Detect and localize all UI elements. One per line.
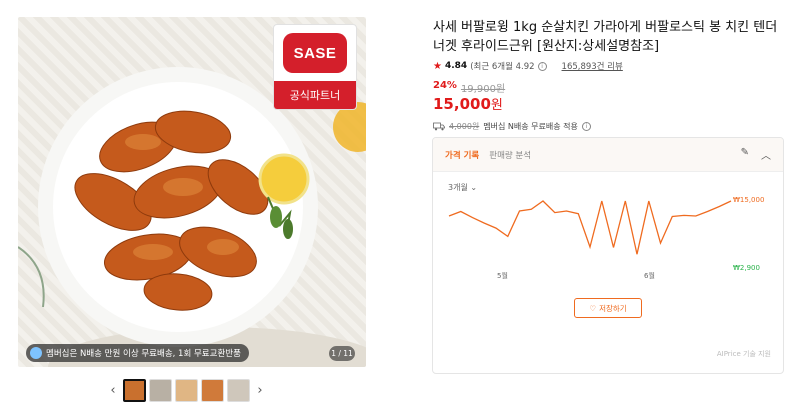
heart-icon: ♡ [589,303,597,313]
thumbnail[interactable] [227,379,250,402]
membership-icon [30,347,42,359]
discount-rate: 24% [433,80,457,91]
shipping-text: 멤버십 N배송 무료배송 적용 [483,122,578,131]
chevron-up-icon[interactable]: ︿ [761,147,771,162]
thumbnail-strip: ‹ › [106,379,267,402]
price-history-card: 가격 기록 판매량 분석 ✎ ︿ 3개월 ⌄ ₩15,000 ₩2,900 5월… [432,137,784,374]
price-chart: ₩15,000 ₩2,900 5월 6월 [448,196,764,280]
x-axis-label: 6월 [644,271,655,280]
thumbnail[interactable] [175,379,198,402]
truck-icon [433,122,445,131]
discount-row: 24% 19,900원 [433,80,505,95]
tab-price-history[interactable]: 가격 기록 [445,149,479,161]
image-counter: 1 / 11 [329,346,355,361]
edit-icon[interactable]: ✎ [741,147,749,162]
card-header: 가격 기록 판매량 분석 ✎ ︿ [433,138,783,172]
official-partner-badge: SASE 공식파트너 [273,24,357,110]
sale-price: 15,000원 [433,95,503,113]
info-icon[interactable]: i [581,122,591,131]
thumbnail[interactable] [149,379,172,402]
thumb-next-button[interactable]: › [253,381,267,401]
info-icon[interactable]: i [537,61,547,71]
rating-row: ★ 4.84 (최근 6개월 4.92 i 165,893건 리뷰 [433,60,623,73]
save-button[interactable]: ♡ 저장하기 [574,298,642,318]
rating-score: 4.84 [444,61,468,71]
recent-rating: (최근 6개월 4.92 [470,62,535,72]
star-icon: ★ [433,60,442,72]
max-price-label: ₩15,000 [733,196,764,204]
x-axis-label: 5월 [497,271,508,280]
original-price: 19,900원 [460,84,506,95]
partner-label: 공식파트너 [274,81,356,109]
price-line [448,200,732,255]
sase-logo: SASE [283,33,347,73]
powered-by: AIPrice 기술 지원 [716,350,771,358]
product-title: 사세 버팔로윙 1kg 순살치킨 가라아게 버팔로스틱 봉 치킨 텐더 너겟 후… [433,20,778,54]
shipping-old-fee: 4,000원 [449,122,480,131]
tab-sales-analysis[interactable]: 판매량 분석 [489,149,531,161]
review-count-link[interactable]: 165,893건 리뷰 [562,60,623,72]
thumbnail[interactable] [123,379,146,402]
min-price-label: ₩2,900 [733,264,760,272]
thumb-prev-button[interactable]: ‹ [106,381,120,401]
shipping-row: 4,000원 멤버십 N배송 무료배송 적용 i [433,121,591,132]
membership-promo-pill: 멤버십은 N배송 만원 이상 무료배송, 1회 무료교환반품 [26,344,249,362]
thumbnail[interactable] [201,379,224,402]
